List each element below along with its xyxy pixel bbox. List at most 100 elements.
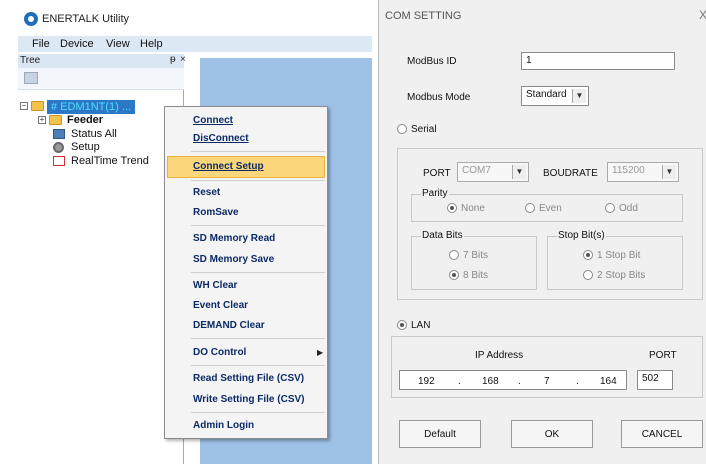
ip-address-label: IP Address bbox=[475, 350, 524, 361]
tree-panel: Tree ᵽ × − # EDM1NT(1) ... + Feeder Stat… bbox=[18, 54, 186, 464]
menu-separator bbox=[191, 365, 325, 366]
serial-label: Serial bbox=[411, 124, 437, 135]
monitor-icon bbox=[53, 129, 65, 139]
enertalk-window: ENERTALK Utility File Device View Help T… bbox=[18, 6, 372, 464]
app-title: ENERTALK Utility bbox=[42, 13, 130, 25]
refresh-icon[interactable] bbox=[24, 72, 38, 84]
menu-item-reset[interactable]: Reset bbox=[193, 187, 220, 198]
trend-chart-icon bbox=[53, 156, 65, 166]
ip-octet-4: 164 bbox=[600, 376, 617, 387]
menu-item-disconnect[interactable]: DisConnect bbox=[193, 133, 249, 144]
folder-icon bbox=[49, 115, 62, 125]
modbus-mode-select[interactable]: Standard ▼ bbox=[521, 86, 589, 106]
port-label: PORT bbox=[423, 168, 451, 179]
menu-bar: File Device View Help bbox=[18, 36, 372, 52]
ip-octet-3: 7 bbox=[544, 376, 550, 387]
chevron-down-icon: ▼ bbox=[572, 89, 586, 103]
menu-item-sd-memory-save[interactable]: SD Memory Save bbox=[193, 254, 274, 265]
stop-2-label: 2 Stop Bits bbox=[597, 270, 646, 281]
menu-device[interactable]: Device bbox=[60, 38, 94, 50]
chevron-down-icon: ▼ bbox=[662, 165, 676, 179]
tree-item-feeder[interactable]: Feeder bbox=[67, 114, 103, 126]
chevron-down-icon: ▼ bbox=[512, 165, 526, 179]
ip-octet-2: 168 bbox=[482, 376, 499, 387]
stop-2-radio[interactable] bbox=[583, 270, 593, 280]
title-bar: ENERTALK Utility bbox=[18, 6, 372, 32]
menu-item-romsave[interactable]: RomSave bbox=[193, 207, 239, 218]
tree-header-label: Tree bbox=[20, 55, 41, 66]
default-button[interactable]: Default bbox=[399, 420, 481, 448]
tree-item-status-all[interactable]: Status All bbox=[71, 128, 117, 140]
menu-separator bbox=[191, 180, 325, 181]
boudrate-select[interactable]: 115200 ▼ bbox=[607, 162, 679, 182]
menu-item-event-clear[interactable]: Event Clear bbox=[193, 300, 248, 311]
boudrate-label: BOUDRATE bbox=[543, 168, 598, 179]
ip-address-input[interactable]: 192 . 168 . 7 . 164 bbox=[399, 370, 627, 390]
parity-none-label: None bbox=[461, 203, 485, 214]
lan-radio[interactable] bbox=[397, 320, 407, 330]
menu-separator bbox=[191, 225, 325, 226]
collapse-icon[interactable]: − bbox=[20, 102, 28, 110]
folder-icon bbox=[31, 101, 44, 111]
modbus-id-label: ModBus ID bbox=[407, 56, 457, 67]
stop-1-radio[interactable] bbox=[583, 250, 593, 260]
port2-label: PORT bbox=[649, 350, 677, 361]
tree-root-device[interactable]: # EDM1NT(1) ... bbox=[47, 100, 136, 114]
port-select[interactable]: COM7 ▼ bbox=[457, 162, 529, 182]
menu-separator bbox=[191, 272, 325, 273]
gear-icon bbox=[53, 142, 64, 153]
menu-separator bbox=[191, 151, 325, 152]
ip-octet-1: 192 bbox=[418, 376, 435, 387]
modbus-id-input[interactable]: 1 bbox=[521, 52, 675, 70]
cancel-button[interactable]: CANCEL bbox=[621, 420, 703, 448]
ip-dot: . bbox=[576, 376, 579, 387]
menu-item-connect-setup[interactable]: Connect Setup bbox=[193, 161, 264, 172]
boudrate-value: 115200 bbox=[612, 165, 645, 176]
menu-item-do-control[interactable]: DO Control bbox=[193, 347, 246, 358]
parity-none-radio[interactable] bbox=[447, 203, 457, 213]
data-bits-group bbox=[411, 236, 537, 290]
enertalk-logo-icon bbox=[24, 12, 38, 26]
parity-even-label: Even bbox=[539, 203, 562, 214]
dialog-title: COM SETTING bbox=[385, 10, 462, 22]
tree-item-realtime-trend[interactable]: RealTime Trend bbox=[71, 155, 149, 167]
parity-odd-radio[interactable] bbox=[605, 203, 615, 213]
ok-button[interactable]: OK bbox=[511, 420, 593, 448]
menu-item-read-setting-file[interactable]: Read Setting File (CSV) bbox=[193, 373, 304, 384]
menu-item-connect[interactable]: Connect bbox=[193, 115, 233, 126]
port-value: COM7 bbox=[462, 165, 491, 176]
menu-file[interactable]: File bbox=[32, 38, 50, 50]
menu-item-sd-memory-read[interactable]: SD Memory Read bbox=[193, 233, 275, 244]
port2-input[interactable]: 502 bbox=[637, 370, 673, 390]
data-7-radio[interactable] bbox=[449, 250, 459, 260]
data-8-radio[interactable] bbox=[449, 270, 459, 280]
menu-help[interactable]: Help bbox=[140, 38, 163, 50]
menu-item-write-setting-file[interactable]: Write Setting File (CSV) bbox=[193, 394, 305, 405]
menu-view[interactable]: View bbox=[106, 38, 130, 50]
menu-item-admin-login[interactable]: Admin Login bbox=[193, 420, 254, 431]
ip-dot: . bbox=[458, 376, 461, 387]
com-setting-dialog: COM SETTING X ModBus ID 1 Modbus Mode St… bbox=[378, 0, 706, 464]
parity-label: Parity bbox=[421, 188, 449, 199]
tree-item-setup[interactable]: Setup bbox=[71, 141, 100, 153]
context-menu: Connect DisConnect Connect Setup Reset R… bbox=[164, 106, 328, 439]
tree-toolbar bbox=[18, 68, 184, 90]
pin-icon[interactable]: ᵽ bbox=[170, 54, 176, 65]
serial-radio[interactable] bbox=[397, 124, 407, 134]
close-icon[interactable]: × bbox=[180, 54, 186, 65]
menu-separator bbox=[191, 338, 325, 339]
stop-bits-label: Stop Bit(s) bbox=[557, 230, 606, 241]
stop-1-label: 1 Stop Bit bbox=[597, 250, 641, 261]
menu-item-wh-clear[interactable]: WH Clear bbox=[193, 280, 237, 291]
ip-dot: . bbox=[518, 376, 521, 387]
menu-item-demand-clear[interactable]: DEMAND Clear bbox=[193, 320, 265, 331]
modbus-mode-value: Standard bbox=[526, 89, 567, 100]
submenu-arrow-icon: ▶ bbox=[317, 348, 324, 357]
close-icon[interactable]: X bbox=[699, 8, 706, 22]
stop-bits-group bbox=[547, 236, 683, 290]
modbus-mode-label: Modbus Mode bbox=[407, 92, 471, 103]
parity-even-radio[interactable] bbox=[525, 203, 535, 213]
data-8-label: 8 Bits bbox=[463, 270, 489, 281]
expand-icon[interactable]: + bbox=[38, 116, 46, 124]
tree-header: Tree ᵽ × bbox=[18, 54, 186, 68]
